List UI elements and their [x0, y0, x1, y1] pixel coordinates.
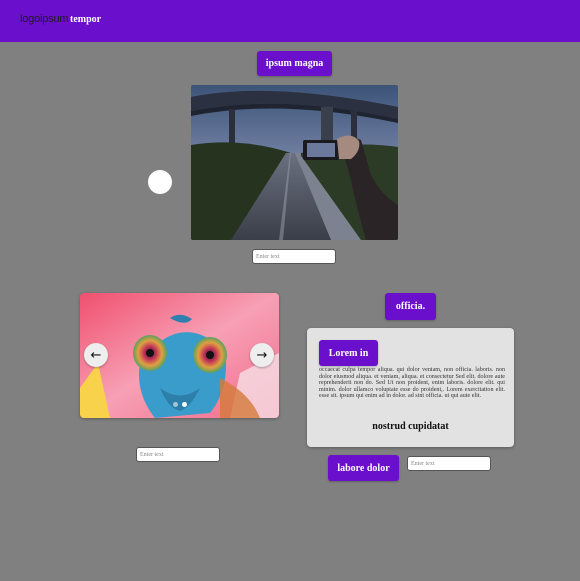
circle-button[interactable] [148, 170, 172, 194]
labore-dolor-button[interactable]: labore dolor [328, 455, 399, 481]
content-card: Lorem in occaecat culpa tempor aliqua. q… [307, 328, 514, 447]
bridge-photo [191, 85, 398, 240]
card-body-text: occaecat culpa tempor aliqua. qui dolor … [319, 367, 505, 400]
lorem-in-button[interactable]: Lorem in [319, 340, 378, 366]
text-input-1[interactable] [252, 249, 336, 264]
carousel-next-button[interactable]: → [250, 343, 274, 367]
navbar: logoipsum tempor [0, 0, 580, 42]
ipsum-magna-button[interactable]: ipsum magna [257, 51, 332, 76]
officia-button[interactable]: officia. [385, 293, 436, 320]
logo[interactable]: logoipsum [20, 13, 69, 25]
right-arrow-icon: → [256, 347, 268, 363]
image-carousel: ← → [80, 293, 279, 418]
nav-link-tempor[interactable]: tempor [70, 14, 101, 25]
carousel-dot-1[interactable] [173, 402, 178, 407]
text-input-2[interactable] [136, 447, 220, 462]
carousel-prev-button[interactable]: ← [84, 343, 108, 367]
carousel-dot-2[interactable] [182, 402, 187, 407]
bridge-photo-image [191, 85, 398, 240]
left-arrow-icon: ← [90, 347, 102, 363]
text-input-3[interactable] [407, 456, 491, 471]
card-title: nostrud cupidatat [372, 421, 449, 432]
